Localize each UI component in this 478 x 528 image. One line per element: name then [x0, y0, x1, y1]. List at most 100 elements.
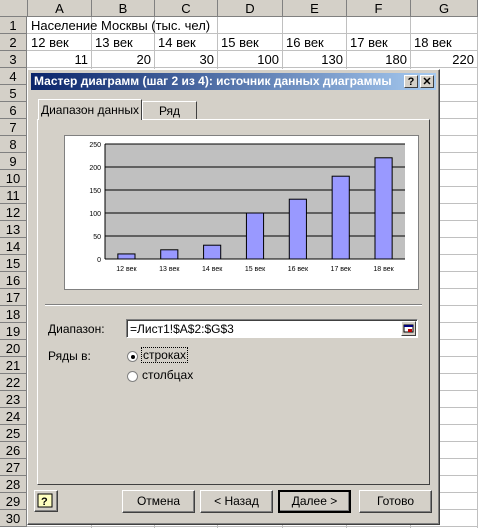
cell-c2[interactable]: 14 век	[158, 34, 196, 51]
back-button[interactable]: < Назад	[200, 490, 273, 513]
row-header-11[interactable]: 11	[0, 187, 27, 204]
cell-a2[interactable]: 12 век	[31, 34, 69, 51]
row-header-9[interactable]: 9	[0, 153, 27, 170]
help-icon: ?	[37, 493, 53, 508]
dialog-titlebar[interactable]: Мастер диаграмм (шаг 2 из 4): источник д…	[31, 73, 436, 90]
range-input[interactable]: =Лист1!$A$2:$G$3	[126, 319, 418, 338]
row-header-28[interactable]: 28	[0, 476, 27, 493]
tab-series[interactable]: Ряд	[142, 101, 197, 119]
bar	[117, 253, 136, 260]
bar	[331, 175, 350, 260]
row-header-1[interactable]: 1	[0, 17, 27, 34]
row-header-17[interactable]: 17	[0, 289, 27, 306]
cell-g2[interactable]: 18 век	[414, 34, 452, 51]
x-tick-label: 14 век	[202, 266, 223, 273]
radio-rows[interactable]	[127, 351, 138, 362]
column-header-a[interactable]: A	[28, 0, 92, 17]
help-title-button[interactable]: ?	[404, 75, 418, 88]
cell-a3[interactable]: 11	[28, 51, 89, 68]
row-header-14[interactable]: 14	[0, 238, 27, 255]
series-in-label: Ряды в:	[48, 349, 91, 363]
row-header-12[interactable]: 12	[0, 204, 27, 221]
row-header-30[interactable]: 30	[0, 510, 27, 527]
row-header-2[interactable]: 2	[0, 34, 27, 51]
column-header-b[interactable]: B	[92, 0, 155, 17]
row-header-5[interactable]: 5	[0, 85, 27, 102]
row-header-10[interactable]: 10	[0, 170, 27, 187]
radio-columns[interactable]	[127, 371, 138, 382]
row-header-25[interactable]: 25	[0, 425, 27, 442]
row-header-21[interactable]: 21	[0, 357, 27, 374]
cell-c3[interactable]: 30	[155, 51, 214, 68]
cell-e2[interactable]: 16 век	[286, 34, 324, 51]
range-value: =Лист1!$A$2:$G$3	[130, 322, 234, 336]
bar	[203, 244, 222, 260]
grid-line	[27, 526, 478, 527]
row-header-22[interactable]: 22	[0, 374, 27, 391]
cell-g3[interactable]: 220	[411, 51, 474, 68]
radio-columns-label[interactable]: столбцах	[142, 368, 193, 382]
range-select-icon	[403, 324, 414, 333]
bar-chart: 0 50 100 150 200 250 12 век 13 век 14 век 15 век…	[89, 142, 405, 273]
dialog-title: Мастер диаграмм (шаг 2 из 4): источник д…	[34, 74, 392, 88]
row-header-18[interactable]: 18	[0, 306, 27, 323]
row-header-13[interactable]: 13	[0, 221, 27, 238]
chart-wizard-dialog: Мастер диаграмм (шаг 2 из 4): источник д…	[27, 69, 440, 525]
tab-data-range[interactable]: Диапазон данных	[38, 99, 142, 120]
close-icon: ✕	[422, 76, 432, 88]
cell-d3[interactable]: 100	[218, 51, 279, 68]
y-tick-label: 250	[89, 142, 101, 149]
select-all-corner[interactable]	[0, 0, 28, 17]
row-header-8[interactable]: 8	[0, 136, 27, 153]
row-header-15[interactable]: 15	[0, 255, 27, 272]
finish-button[interactable]: Готово	[359, 490, 432, 513]
row-header-6[interactable]: 6	[0, 102, 27, 119]
x-tick-label: 15 век	[245, 266, 266, 273]
close-button[interactable]: ✕	[420, 75, 434, 88]
cell-f3[interactable]: 180	[347, 51, 407, 68]
y-tick-label: 50	[93, 234, 101, 241]
row-header-23[interactable]: 23	[0, 391, 27, 408]
x-tick-label: 18 век	[373, 266, 394, 273]
chart-preview: 0 50 100 150 200 250 12 век 13 век 14 век 15 век…	[64, 135, 419, 290]
cancel-button[interactable]: Отмена	[122, 490, 195, 513]
separator-highlight	[45, 305, 422, 306]
row-header-24[interactable]: 24	[0, 408, 27, 425]
help-button[interactable]: ?	[34, 490, 58, 512]
column-header-f[interactable]: F	[347, 0, 411, 17]
column-header-g[interactable]: G	[411, 0, 478, 17]
next-button[interactable]: Далее >	[278, 490, 351, 513]
bar	[245, 212, 265, 260]
column-header-e[interactable]: E	[283, 0, 347, 17]
y-tick-label: 100	[89, 211, 101, 218]
svg-text:?: ?	[41, 496, 48, 508]
x-tick-label: 17 век	[331, 266, 352, 273]
x-tick-label: 12 век	[116, 266, 137, 273]
cell-b2[interactable]: 13 век	[95, 34, 133, 51]
row-header-26[interactable]: 26	[0, 442, 27, 459]
bar	[374, 157, 393, 260]
row-header-4[interactable]: 4	[0, 68, 27, 85]
x-tick-label: 13 век	[159, 266, 180, 273]
y-tick-label: 200	[89, 165, 101, 172]
row-header-29[interactable]: 29	[0, 493, 27, 510]
collapse-dialog-button[interactable]	[401, 321, 416, 336]
row-header-27[interactable]: 27	[0, 459, 27, 476]
column-header-d[interactable]: D	[218, 0, 283, 17]
y-tick-label: 0	[97, 257, 101, 264]
cell-b3[interactable]: 20	[92, 51, 151, 68]
range-label: Диапазон:	[48, 322, 105, 336]
row-header-19[interactable]: 19	[0, 323, 27, 340]
row-header-7[interactable]: 7	[0, 119, 27, 136]
column-header-c[interactable]: C	[155, 0, 218, 17]
cell-f2[interactable]: 17 век	[350, 34, 388, 51]
bar	[288, 198, 307, 260]
row-header-16[interactable]: 16	[0, 272, 27, 289]
row-header-3[interactable]: 3	[0, 51, 27, 68]
cell-e3[interactable]: 130	[283, 51, 343, 68]
y-tick-label: 150	[89, 188, 101, 195]
radio-rows-label[interactable]: строках	[140, 347, 189, 363]
cell-a1[interactable]: Население Москвы (тыс. чел)	[31, 17, 210, 34]
row-header-20[interactable]: 20	[0, 340, 27, 357]
cell-d2[interactable]: 15 век	[221, 34, 259, 51]
